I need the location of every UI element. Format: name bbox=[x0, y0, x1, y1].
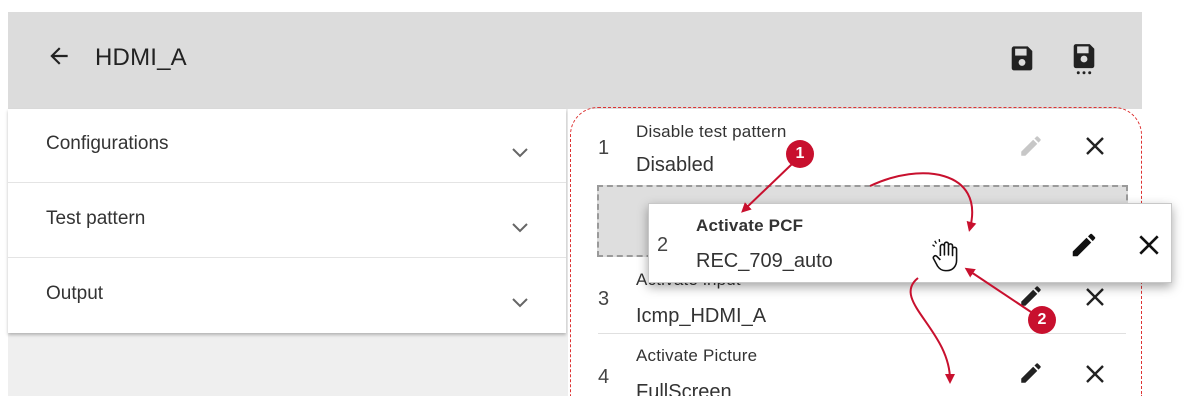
accordion-label: Configurations bbox=[46, 133, 169, 154]
step-title: Activate Picture bbox=[636, 346, 758, 365]
accordion-test-pattern[interactable]: Test pattern bbox=[8, 184, 566, 258]
arrow-left-icon[interactable] bbox=[46, 43, 72, 69]
step-number: 3 bbox=[598, 288, 610, 310]
step-title: Activate PCF bbox=[696, 216, 804, 235]
step-number: 4 bbox=[598, 366, 610, 388]
save-icon[interactable] bbox=[1008, 43, 1036, 75]
page-title: HDMI_A bbox=[95, 44, 187, 71]
close-icon[interactable] bbox=[1084, 135, 1106, 157]
step-value: Disabled bbox=[636, 154, 714, 176]
pencil-icon[interactable] bbox=[1069, 230, 1099, 260]
step-value: REC_709_auto bbox=[696, 250, 833, 272]
step-number: 2 bbox=[657, 234, 669, 256]
pencil-icon[interactable] bbox=[1018, 360, 1044, 386]
step-value: FullScreen bbox=[636, 381, 732, 396]
chevron-down-icon bbox=[512, 223, 528, 233]
accordion-label: Output bbox=[46, 283, 104, 304]
step-number: 1 bbox=[598, 137, 610, 159]
accordion-configurations[interactable]: Configurations bbox=[8, 109, 566, 183]
close-icon[interactable] bbox=[1084, 363, 1106, 385]
callout-2-badge: 2 bbox=[1028, 306, 1056, 334]
chevron-down-icon bbox=[512, 298, 528, 308]
stage: HDMI_A Configurations Test pattern Outpu… bbox=[0, 0, 1186, 396]
save-as-icon[interactable] bbox=[1070, 43, 1098, 75]
accordion-output[interactable]: Output bbox=[8, 259, 566, 333]
settings-accordion: Configurations Test pattern Output bbox=[8, 109, 566, 333]
chevron-down-icon bbox=[512, 148, 528, 158]
step-title: Disable test pattern bbox=[636, 122, 787, 141]
close-icon[interactable] bbox=[1137, 233, 1161, 257]
step-value: Icmp_HDMI_A bbox=[636, 305, 767, 327]
hand-cursor-icon bbox=[932, 239, 958, 272]
pencil-icon bbox=[1021, 136, 1041, 156]
dragged-step-row-2[interactable]: 2 Activate PCF REC_709_auto bbox=[648, 203, 1172, 283]
close-icon[interactable] bbox=[1084, 286, 1106, 308]
callout-1-badge: 1 bbox=[786, 140, 814, 168]
accordion-label: Test pattern bbox=[46, 208, 146, 229]
